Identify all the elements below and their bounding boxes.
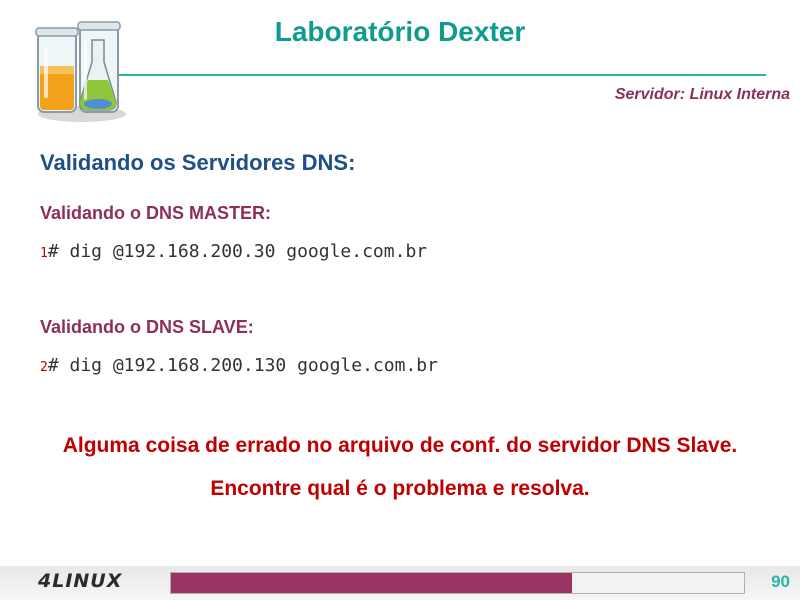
master-command-number: 1: [40, 246, 48, 261]
slide-progress-fill: [171, 573, 573, 593]
master-command: 1# dig @192.168.200.30 google.com.br: [40, 241, 427, 262]
master-label: Validando o DNS MASTER:: [40, 203, 272, 223]
header-divider: [118, 74, 766, 76]
warning-message: Alguma coisa de errado no arquivo de con…: [62, 434, 738, 457]
master-command-text: # dig @192.168.200.30 google.com.br: [47, 241, 428, 262]
brand-logo: 4LINUX: [38, 570, 123, 592]
slave-command-number: 2: [40, 360, 48, 375]
slave-command: 2# dig @192.168.200.130 google.com.br: [40, 355, 438, 376]
section-title: Validando os Servidores DNS:: [40, 150, 356, 175]
slave-label: Validando o DNS SLAVE:: [40, 317, 254, 337]
slide-progress-bar: [170, 572, 745, 594]
task-message: Encontre qual é o problema e resolva.: [210, 477, 590, 500]
page-title: Laboratório Dexter: [274, 16, 526, 47]
slave-command-text: # dig @192.168.200.130 google.com.br: [47, 355, 438, 376]
page-number: 90: [771, 572, 790, 591]
server-subtitle: Servidor: Linux Interna: [614, 86, 790, 103]
